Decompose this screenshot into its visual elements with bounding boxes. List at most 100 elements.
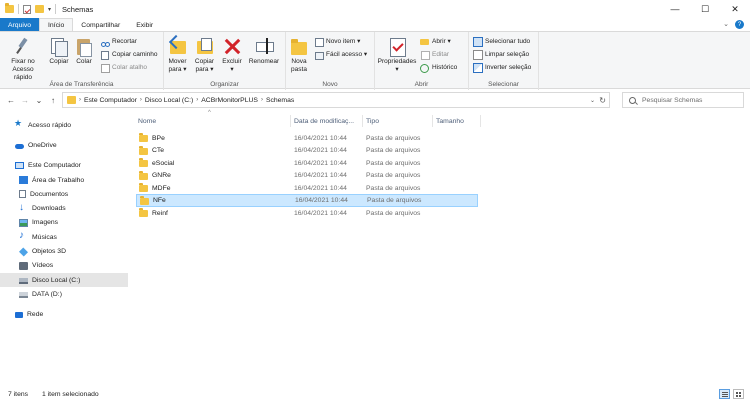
maximize-button[interactable]: ☐: [690, 0, 720, 18]
minimize-button[interactable]: —: [660, 0, 690, 18]
nav-item-musicas[interactable]: Músicas: [0, 230, 128, 244]
breadcrumb-disco-local[interactable]: Disco Local (C:): [145, 97, 193, 104]
forward-arrow-icon[interactable]: →: [18, 91, 32, 109]
up-arrow-icon[interactable]: ↑: [46, 91, 60, 109]
chevron-right-icon[interactable]: ›: [140, 97, 142, 103]
file-date: 16/04/2021 10:44: [295, 196, 348, 204]
nav-item-documentos[interactable]: Documentos: [0, 187, 128, 201]
toolbar-divider: [55, 4, 57, 14]
copy-path-icon: [100, 50, 109, 60]
nav-item-label: Imagens: [32, 219, 59, 227]
address-dropdown-icon[interactable]: ⌄: [590, 97, 595, 104]
copy-to-label-line1: Copiar: [194, 58, 215, 65]
table-row-selected[interactable]: NFe 16/04/2021 10:44 Pasta de arquivos: [136, 194, 478, 207]
table-row[interactable]: MDFe 16/04/2021 10:44 Pasta de arquivos: [136, 182, 478, 195]
history-button[interactable]: Histórico: [420, 62, 457, 73]
nav-item-imagens[interactable]: Imagens: [0, 216, 128, 230]
paste-shortcut-button[interactable]: Colar atalho: [100, 62, 158, 73]
folder-icon: [139, 158, 148, 167]
search-icon: [629, 96, 636, 104]
delete-label-line2: ▾: [230, 66, 234, 73]
nav-item-rede[interactable]: Rede: [0, 308, 128, 322]
search-input[interactable]: [642, 96, 742, 104]
select-none-button[interactable]: Limpar seleção: [473, 49, 531, 60]
file-type: Pasta de arquivos: [367, 196, 422, 204]
address-bar[interactable]: › Este Computador › Disco Local (C:) › A…: [62, 92, 610, 108]
table-row[interactable]: GNRe 16/04/2021 10:44 Pasta de arquivos: [136, 170, 478, 183]
chevron-right-icon[interactable]: ›: [196, 97, 198, 103]
file-name: GNRe: [152, 172, 171, 180]
recent-locations-chevron-icon[interactable]: ⌄: [32, 91, 46, 109]
tab-inicio[interactable]: Início: [39, 18, 74, 32]
new-item-label: Novo item ▾: [326, 38, 361, 45]
column-header-date[interactable]: Data de modificaç...: [294, 114, 364, 128]
properties-icon: [387, 36, 407, 57]
nav-item-label: Área de Trabalho: [32, 176, 85, 184]
table-row[interactable]: eSocial 16/04/2021 10:44 Pasta de arquiv…: [136, 157, 478, 170]
invert-selection-button[interactable]: Inverter seleção: [473, 62, 531, 73]
back-arrow-icon[interactable]: ←: [4, 91, 18, 109]
nav-item-area-de-trabalho[interactable]: Área de Trabalho: [0, 173, 128, 187]
properties-icon[interactable]: [23, 4, 31, 14]
select-all-button[interactable]: Selecionar tudo: [473, 36, 531, 47]
file-date: 16/04/2021 10:44: [294, 159, 347, 167]
table-row[interactable]: Reinf 16/04/2021 10:44 Pasta de arquivos: [136, 207, 478, 220]
edit-button[interactable]: Editar: [420, 49, 457, 60]
nav-item-label: Rede: [27, 311, 44, 319]
nav-item-label: Vídeos: [32, 262, 54, 270]
status-bar: 7 itens 1 item selecionado: [0, 386, 750, 402]
file-date: 16/04/2021 10:44: [294, 147, 347, 155]
select-none-icon: [473, 49, 483, 60]
ribbon: Fixar no Acesso rápido Copiar Colar Reco…: [0, 31, 750, 90]
table-row[interactable]: BPe 16/04/2021 10:44 Pasta de arquivos: [136, 132, 478, 145]
quick-access-toolbar: ▾: [0, 0, 57, 18]
nav-item-downloads[interactable]: Downloads: [0, 201, 128, 215]
file-date: 16/04/2021 10:44: [294, 134, 347, 142]
large-icons-view-icon[interactable]: [733, 389, 744, 399]
close-button[interactable]: ✕: [720, 0, 750, 18]
3d-objects-icon: [18, 247, 29, 257]
edit-icon: [420, 50, 430, 60]
details-view-icon[interactable]: [719, 389, 730, 399]
tab-exibir[interactable]: Exibir: [128, 18, 161, 32]
expand-ribbon-icon[interactable]: ⌄: [723, 20, 729, 29]
nav-item-acesso-rapido[interactable]: Acesso rápido: [0, 118, 128, 132]
folder-icon: [140, 196, 149, 205]
column-divider[interactable]: [480, 115, 481, 127]
nav-item-onedrive[interactable]: OneDrive: [0, 138, 128, 152]
help-icon[interactable]: ?: [735, 20, 744, 29]
column-header-name[interactable]: Nome: [138, 114, 288, 128]
new-folder-icon[interactable]: [35, 5, 44, 13]
column-divider[interactable]: [290, 115, 291, 127]
new-folder-label-line2: pasta: [291, 66, 307, 73]
breadcrumb-este-computador[interactable]: Este Computador: [84, 97, 137, 104]
column-divider[interactable]: [432, 115, 433, 127]
column-divider[interactable]: [362, 115, 363, 127]
refresh-icon[interactable]: ↻: [599, 96, 606, 105]
nav-item-este-computador[interactable]: Este Computador: [0, 159, 128, 173]
easy-access-icon: [314, 50, 324, 60]
breadcrumb-acbrmonitorplus[interactable]: ACBrMonitorPLUS: [201, 97, 258, 104]
nav-item-objetos-3d[interactable]: Objetos 3D: [0, 244, 128, 258]
customize-dropdown-icon[interactable]: ▾: [48, 6, 51, 13]
file-name: MDFe: [152, 184, 171, 192]
copy-path-button[interactable]: Copiar caminho: [100, 49, 158, 60]
nav-item-data-d[interactable]: DATA (D:): [0, 287, 128, 301]
breadcrumb-schemas[interactable]: Schemas: [266, 97, 294, 104]
nav-item-disco-local[interactable]: Disco Local (C:): [0, 272, 128, 288]
nav-item-label: Este Computador: [28, 162, 81, 170]
select-group: Selecionar tudo Limpar seleção Inverter …: [469, 32, 539, 90]
column-header-size[interactable]: Tamanho: [436, 114, 478, 128]
search-box[interactable]: [622, 92, 744, 108]
tab-arquivo[interactable]: Arquivo: [0, 18, 40, 32]
nav-item-videos[interactable]: Vídeos: [0, 259, 128, 273]
cut-button[interactable]: Recortar: [100, 36, 158, 47]
new-item-button[interactable]: Novo item ▾: [314, 36, 367, 47]
column-header-type[interactable]: Tipo: [366, 114, 434, 128]
chevron-right-icon[interactable]: ›: [261, 97, 263, 103]
tab-compartilhar[interactable]: Compartilhar: [73, 18, 128, 32]
chevron-right-icon[interactable]: ›: [79, 97, 81, 103]
table-row[interactable]: CTe 16/04/2021 10:44 Pasta de arquivos: [136, 145, 478, 158]
easy-access-button[interactable]: Fácil acesso ▾: [314, 49, 367, 60]
open-button[interactable]: Abrir ▾: [420, 36, 457, 46]
